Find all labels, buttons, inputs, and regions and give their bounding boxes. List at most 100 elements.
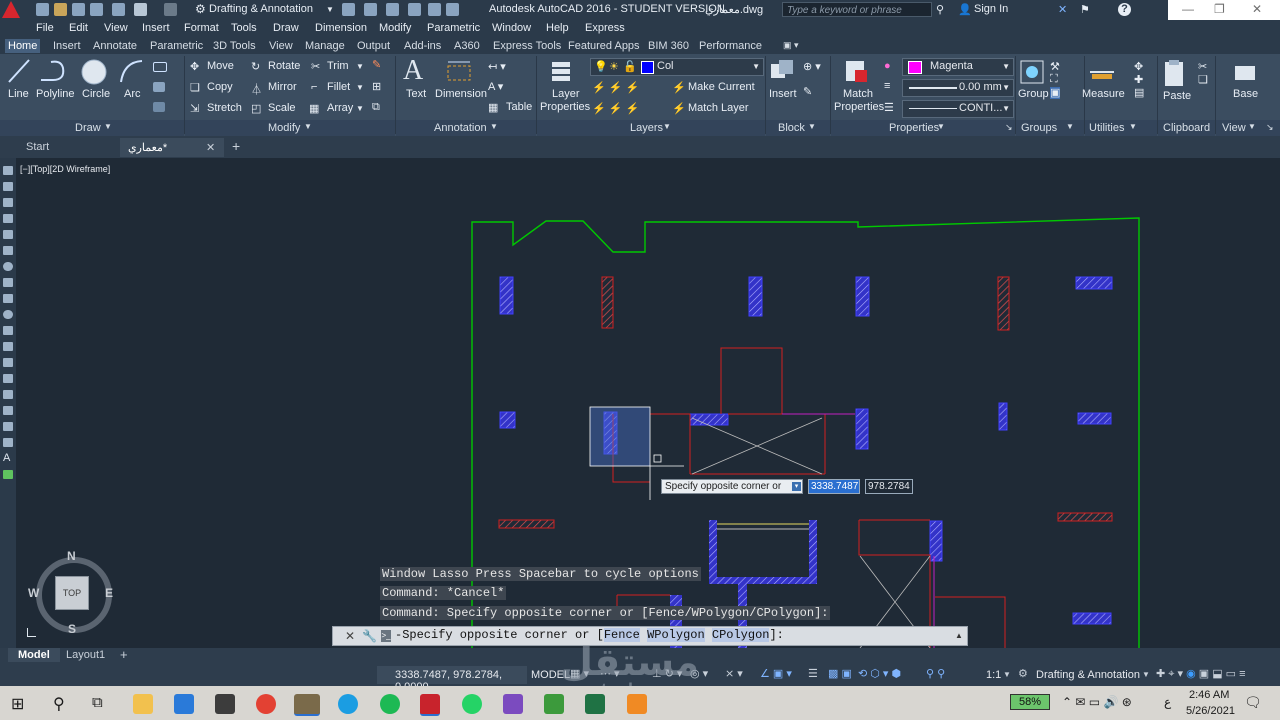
chevron-down-icon[interactable]: ▼ [326, 5, 334, 14]
rectangle-tool-icon[interactable] [3, 230, 13, 239]
menu-format[interactable]: Format [184, 22, 219, 34]
gradient-icon[interactable] [153, 102, 165, 112]
fillet-button[interactable]: Fillet [327, 81, 350, 93]
menu-window[interactable]: Window [492, 22, 531, 34]
option-cpolygon[interactable]: CPolygon [711, 628, 770, 642]
make-block-tool-icon[interactable] [3, 358, 13, 367]
clipboard-panel-title[interactable]: Clipboard [1158, 120, 1215, 136]
lineweight-dropdown[interactable]: 0.00 mm ▼ [902, 79, 1014, 97]
table-tool-icon[interactable] [3, 438, 13, 447]
search-icon[interactable]: ⚲ [53, 694, 65, 714]
tab-3d-tools[interactable]: 3D Tools [210, 39, 259, 53]
paste-icon[interactable] [1162, 58, 1188, 88]
mail-icon[interactable] [174, 694, 194, 714]
utilities-panel-title[interactable]: Utilities ▼ [1085, 120, 1157, 136]
whatsapp-icon[interactable] [462, 694, 482, 714]
coordinate-display[interactable]: 3338.7487, 978.2784, 0.0000 [377, 666, 527, 693]
notification-icon[interactable]: 🗨 [1244, 694, 1262, 711]
add-selected-tool-icon[interactable] [3, 470, 13, 479]
app-icon[interactable] [294, 694, 320, 716]
make-current-button[interactable]: Make Current [688, 81, 755, 93]
draw-panel-title[interactable]: Draw ▼ [0, 120, 184, 136]
hatch-icon[interactable] [153, 82, 165, 92]
clipboard-tools-icons[interactable]: ✂ ❏ [1198, 60, 1208, 86]
text-button[interactable]: Text [406, 88, 426, 100]
match-properties-label[interactable]: Properties [834, 101, 884, 113]
plot-qat-icon[interactable] [386, 3, 399, 16]
excel-icon[interactable] [585, 694, 605, 714]
menu-express[interactable]: Express [585, 22, 625, 34]
redo-icon[interactable] [164, 3, 177, 16]
block-tools-icons[interactable]: ⊕ ▾ ✎ [803, 60, 821, 98]
tab-drawing[interactable]: معماري* ✕ [120, 138, 224, 157]
block-panel-title[interactable]: Block ▼ [766, 120, 830, 136]
workspace-gear-icon[interactable]: ⚙ [1018, 667, 1028, 680]
table-button[interactable]: Table [506, 101, 532, 113]
layer-tools-icons[interactable]: ⚡ ⚡ ⚡ [592, 81, 639, 94]
color-dropdown[interactable]: Magenta ▼ [902, 58, 1014, 76]
transparency-icon[interactable]: ▩ ▣ [828, 667, 852, 680]
sign-in-button[interactable]: Sign In [974, 3, 1008, 15]
layer-properties-label[interactable]: Properties [540, 101, 590, 113]
layer-dropdown[interactable]: 💡 ☀ 🔓 Col ▼ [590, 58, 764, 76]
tab-insert[interactable]: Insert [50, 39, 84, 53]
tab-layout1[interactable]: Layout1 [66, 649, 105, 661]
new-file-icon[interactable] [36, 3, 49, 16]
autocad-taskbar-icon[interactable] [420, 694, 440, 716]
compass-north[interactable]: N [67, 549, 76, 563]
utility-tools-icons[interactable]: ✥ ✚ ▤ [1134, 60, 1144, 99]
circle-icon[interactable] [80, 58, 108, 86]
annotation-scale[interactable]: 1:1 [986, 669, 1001, 681]
layer-properties-button[interactable]: Layer [552, 88, 580, 100]
layer-tools-icons-2[interactable]: ⚡ ⚡ ⚡ [592, 102, 639, 115]
paste-button[interactable]: Paste [1163, 90, 1191, 102]
tab-a360[interactable]: A360 [451, 39, 483, 53]
ellipse-tool-icon[interactable] [3, 310, 13, 319]
insert-block-tool-icon[interactable] [3, 342, 13, 351]
workspace-switch[interactable]: Drafting & Annotation [1036, 669, 1140, 681]
measure-button[interactable]: Measure [1082, 88, 1125, 100]
layer-properties-icon[interactable] [548, 58, 576, 86]
command-history-toggle-icon[interactable]: ▲ [955, 631, 963, 640]
y-coordinate-input[interactable]: 978.2784 [865, 479, 913, 494]
circle-tool-icon[interactable] [3, 262, 13, 271]
polyline-button[interactable]: Polyline [36, 88, 75, 100]
scale-button[interactable]: Scale [268, 102, 296, 114]
revcloud-tool-icon[interactable] [3, 278, 13, 287]
polyline-icon[interactable] [39, 58, 67, 84]
status-tools-icons[interactable]: ✚ ⌖ ▾ ◉ ▣ ⬓ ▭ ≡ [1156, 667, 1246, 681]
hatch-tool-icon[interactable] [3, 390, 13, 399]
explode-icon[interactable]: ⊞ [372, 80, 381, 93]
modify-panel-title[interactable]: Modify ▼ [185, 120, 395, 136]
battery-indicator[interactable]: 58% [1010, 694, 1050, 710]
mtext-icon[interactable]: A ▾ [488, 80, 503, 93]
groups-panel-title[interactable]: Groups ▼ [1016, 120, 1084, 136]
minimize-icon[interactable]: — [1182, 2, 1194, 16]
help-button[interactable]: ? [1118, 3, 1131, 16]
array-button[interactable]: Array [327, 102, 353, 114]
rotate-button[interactable]: Rotate [268, 60, 300, 72]
tab-performance[interactable]: Performance [696, 39, 765, 53]
chevron-down-icon[interactable]: ▼ [1003, 670, 1011, 679]
purple-app-icon[interactable] [503, 694, 523, 714]
customize-icon[interactable]: 🔧 [362, 629, 377, 643]
tab-view[interactable]: View [266, 39, 296, 53]
autodesk-app-icon[interactable]: ⚑ [1080, 3, 1090, 16]
view-panel-title[interactable]: View ▼ ↘ [1216, 120, 1280, 136]
osnap-icon[interactable]: ⨯ ▾ [725, 667, 743, 680]
compass-east[interactable]: E [105, 586, 113, 600]
menu-file[interactable]: File [36, 22, 54, 34]
line-button[interactable]: Line [8, 88, 29, 100]
construction-line-icon[interactable] [3, 182, 13, 191]
stretch-button[interactable]: Stretch [207, 102, 242, 114]
ribbon-toggle-icon[interactable]: ▣ ▾ [780, 39, 802, 52]
properties-panel-title[interactable]: Properties ▼ ↘ [831, 120, 1015, 136]
store-icon[interactable] [215, 694, 235, 714]
windows-start-icon[interactable]: ⊞ [11, 694, 24, 714]
group-tools-icons[interactable]: ⚒ ⛶ ▣ [1050, 60, 1061, 99]
arc-tool-icon[interactable] [3, 246, 13, 255]
spotify-icon[interactable] [380, 694, 400, 714]
tray-icons[interactable]: ⌃ ✉ ▭ 🔊 ⊛ [1062, 695, 1132, 709]
chevron-down-icon[interactable]: ▼ [356, 104, 364, 113]
close-tab-icon[interactable]: ✕ [206, 141, 215, 154]
